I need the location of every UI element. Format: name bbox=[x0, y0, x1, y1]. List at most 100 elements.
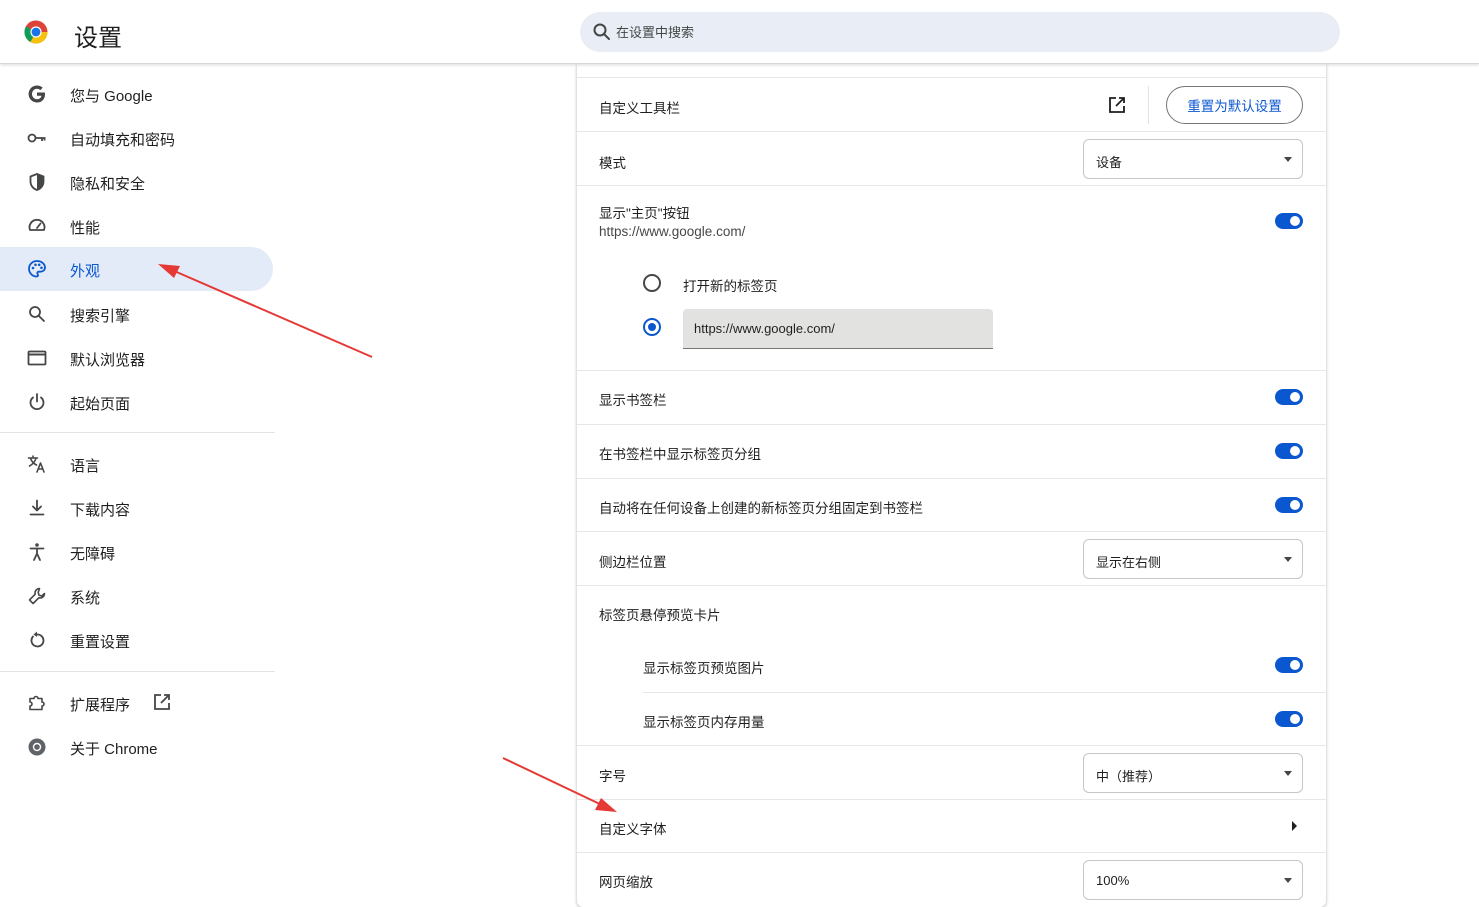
sidebar-item-appearance[interactable]: 外观 bbox=[0, 247, 273, 291]
search-icon bbox=[29, 306, 45, 322]
sidebar-item-label: 重置设置 bbox=[70, 634, 131, 651]
new-tab-radio[interactable] bbox=[643, 274, 661, 292]
dropdown-caret-icon bbox=[1284, 557, 1292, 562]
page-zoom-label: 网页缩放 bbox=[599, 875, 653, 890]
sidebar-item-downloads[interactable]: 下载内容 bbox=[0, 486, 273, 530]
customize-toolbar-label: 自定义工具栏 bbox=[599, 101, 680, 116]
home-button-label: 显示"主页"按钮 bbox=[599, 206, 690, 221]
row-separator bbox=[577, 478, 1326, 479]
chevron-right-icon bbox=[1292, 821, 1297, 831]
new-tab-option-label: 打开新的标签页 bbox=[683, 279, 778, 294]
wrench-icon bbox=[28, 587, 46, 605]
open-in-new-icon[interactable] bbox=[1107, 95, 1127, 115]
sidebar-divider bbox=[0, 671, 275, 672]
reset-to-default-button[interactable]: 重置为默认设置 bbox=[1166, 86, 1303, 124]
bookmarks-bar-toggle[interactable] bbox=[1275, 389, 1303, 405]
sidebar-item-performance[interactable]: 性能 bbox=[0, 204, 273, 248]
shield-icon bbox=[29, 173, 45, 191]
sidebar-item-label: 起始页面 bbox=[70, 396, 131, 413]
sidebar-item-label: 下载内容 bbox=[70, 502, 131, 519]
font-size-select-value: 中（推荐） bbox=[1096, 769, 1162, 784]
side-panel-select[interactable]: 显示在右侧 bbox=[1083, 539, 1303, 579]
home-url-input[interactable] bbox=[683, 309, 993, 349]
font-size-select[interactable]: 中（推荐） bbox=[1083, 753, 1303, 793]
mode-select-value: 设备 bbox=[1096, 155, 1123, 170]
row-separator bbox=[643, 692, 1326, 693]
tab-groups-bar-toggle[interactable] bbox=[1275, 443, 1303, 459]
sidebar-item-privacy[interactable]: 隐私和安全 bbox=[0, 160, 273, 204]
chrome-logo-icon bbox=[24, 20, 48, 44]
row-separator bbox=[577, 852, 1326, 853]
sidebar-item-label: 语言 bbox=[70, 458, 101, 475]
sidebar-item-extensions[interactable]: 扩展程序 bbox=[0, 681, 273, 725]
sidebar-item-system[interactable]: 系统 bbox=[0, 574, 273, 618]
row-separator bbox=[577, 585, 1326, 586]
sidebar-item-label: 外观 bbox=[70, 263, 101, 280]
sidebar-item-label: 隐私和安全 bbox=[70, 176, 146, 193]
settings-sidebar: 您与 Google 自动填充和密码 隐私和安全 性能 外观 搜索引擎 默认浏览器… bbox=[0, 64, 276, 907]
sidebar-item-accessibility[interactable]: 无障碍 bbox=[0, 530, 273, 574]
dropdown-caret-icon bbox=[1284, 878, 1292, 883]
search-input[interactable] bbox=[616, 12, 1316, 52]
sidebar-item-label: 关于 Chrome bbox=[70, 741, 158, 758]
page-zoom-select-value: 100% bbox=[1096, 873, 1130, 888]
key-icon bbox=[27, 133, 46, 143]
sidebar-item-on-startup[interactable]: 起始页面 bbox=[0, 380, 273, 424]
dropdown-caret-icon bbox=[1284, 771, 1292, 776]
puzzle-icon bbox=[29, 695, 45, 711]
bookmarks-bar-label: 显示书签栏 bbox=[599, 393, 667, 408]
sidebar-item-autofill[interactable]: 自动填充和密码 bbox=[0, 116, 273, 160]
custom-fonts-row[interactable]: 自定义字体 bbox=[577, 800, 1326, 852]
row-separator bbox=[577, 131, 1326, 132]
accessibility-icon bbox=[29, 543, 45, 561]
auto-pin-groups-label: 自动将在任何设备上创建的新标签页分组固定到书签栏 bbox=[599, 501, 923, 516]
translate-icon bbox=[27, 455, 45, 473]
google-g-icon bbox=[28, 85, 45, 103]
preview-image-toggle[interactable] bbox=[1275, 657, 1303, 673]
row-separator bbox=[577, 370, 1326, 371]
sidebar-item-languages[interactable]: 语言 bbox=[0, 442, 273, 486]
preview-image-label: 显示标签页预览图片 bbox=[643, 661, 765, 676]
sidebar-item-reset-settings[interactable]: 重置设置 bbox=[0, 618, 273, 662]
sidebar-item-label: 系统 bbox=[70, 590, 101, 607]
row-separator bbox=[577, 531, 1326, 532]
sidebar-item-default-browser[interactable]: 默认浏览器 bbox=[0, 336, 273, 380]
hover-card-label: 标签页悬停预览卡片 bbox=[599, 608, 721, 623]
side-panel-label: 侧边栏位置 bbox=[599, 555, 667, 570]
sidebar-item-label: 性能 bbox=[70, 220, 101, 237]
page-title: 设置 bbox=[74, 25, 122, 52]
page-zoom-select[interactable]: 100% bbox=[1083, 860, 1303, 900]
memory-usage-label: 显示标签页内存用量 bbox=[643, 715, 765, 730]
sidebar-item-about-chrome[interactable]: 关于 Chrome bbox=[0, 725, 273, 769]
open-in-new-icon bbox=[154, 694, 170, 710]
chrome-outline-icon bbox=[28, 738, 46, 756]
appearance-settings-card: 自定义工具栏 重置为默认设置 模式 设备 显示"主页"按钮 https://ww… bbox=[577, 64, 1326, 907]
settings-search-box[interactable] bbox=[580, 12, 1340, 52]
tab-groups-bar-label: 在书签栏中显示标签页分组 bbox=[599, 447, 761, 462]
custom-fonts-label: 自定义字体 bbox=[599, 822, 667, 837]
row-separator bbox=[577, 745, 1326, 746]
reset-icon bbox=[30, 631, 45, 648]
search-icon bbox=[593, 23, 610, 40]
speedometer-icon bbox=[28, 218, 46, 231]
sidebar-item-label: 自动填充和密码 bbox=[70, 132, 176, 149]
sidebar-item-you-and-google[interactable]: 您与 Google bbox=[0, 72, 273, 116]
home-button-toggle[interactable] bbox=[1275, 213, 1303, 229]
mode-label: 模式 bbox=[599, 156, 626, 171]
download-icon bbox=[29, 499, 45, 516]
browser-window-icon bbox=[27, 350, 47, 366]
palette-icon bbox=[28, 260, 46, 278]
sidebar-item-label: 您与 Google bbox=[70, 88, 153, 105]
home-button-url: https://www.google.com/ bbox=[599, 224, 746, 239]
side-panel-select-value: 显示在右侧 bbox=[1096, 555, 1162, 570]
sidebar-item-label: 扩展程序 bbox=[70, 697, 131, 714]
memory-usage-toggle[interactable] bbox=[1275, 711, 1303, 727]
dropdown-caret-icon bbox=[1284, 157, 1292, 162]
mode-select[interactable]: 设备 bbox=[1083, 139, 1303, 179]
sidebar-item-search-engine[interactable]: 搜索引擎 bbox=[0, 292, 273, 336]
auto-pin-groups-toggle[interactable] bbox=[1275, 497, 1303, 513]
vertical-divider bbox=[1148, 86, 1149, 124]
custom-url-radio[interactable] bbox=[643, 318, 661, 336]
settings-header: 设置 bbox=[0, 0, 1479, 64]
row-separator bbox=[577, 185, 1326, 186]
